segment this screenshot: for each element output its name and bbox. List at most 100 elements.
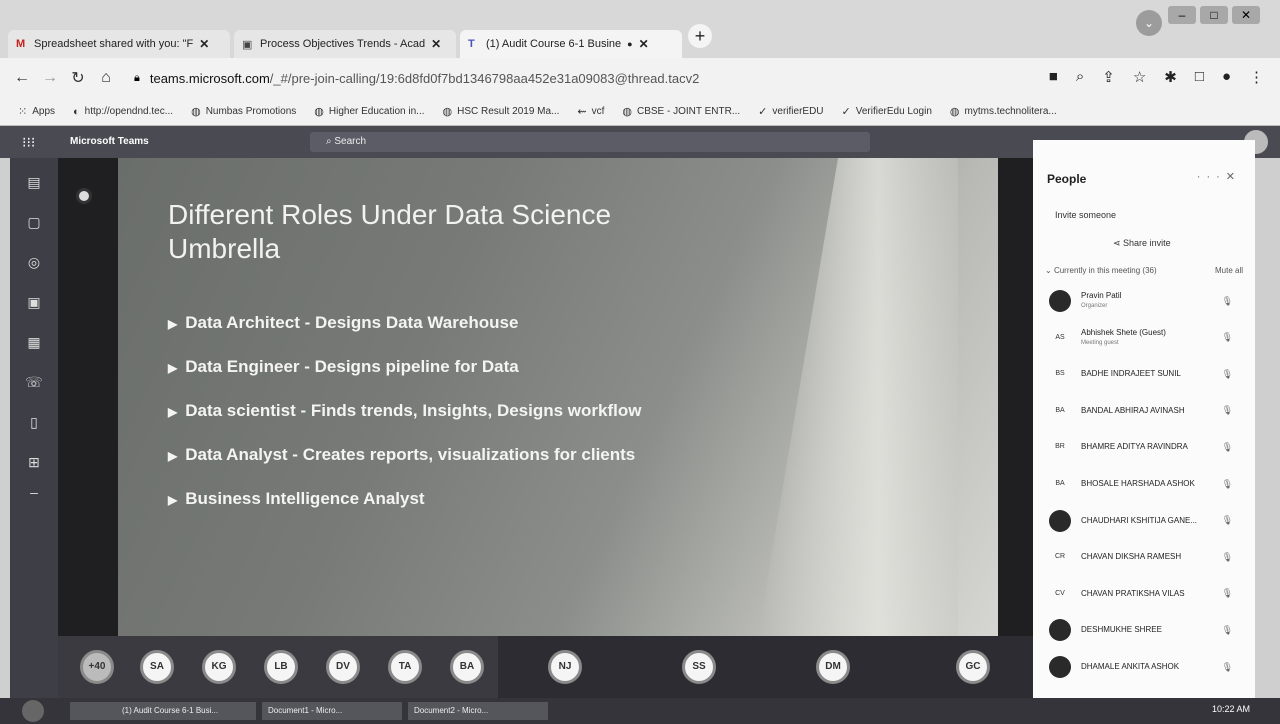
- participant-avatar[interactable]: BA: [450, 650, 484, 684]
- sidebar-icon[interactable]: □: [1195, 68, 1204, 86]
- slide-bullet: ▶ Data scientist - Finds trends, Insights…: [168, 401, 808, 423]
- tab-process-objectives[interactable]: ▣ Process Objectives Trends - Acad ✕: [234, 30, 456, 58]
- participant-avatar[interactable]: DV: [326, 650, 360, 684]
- back-icon[interactable]: ←: [8, 69, 36, 87]
- bullet-arrow-icon: ▶: [168, 493, 178, 507]
- mic-muted-icon[interactable]: 🎙︎: [1222, 479, 1233, 490]
- activity-icon[interactable]: ▤: [22, 174, 46, 198]
- participant-overflow-avatar[interactable]: +40: [80, 650, 114, 684]
- bookmark-item[interactable]: ◐ http://opendnd.tec...: [73, 106, 173, 118]
- participant-avatar[interactable]: LB: [264, 650, 298, 684]
- mic-muted-icon[interactable]: 🎙︎: [1222, 625, 1233, 636]
- mic-muted-icon[interactable]: 🎙︎: [1222, 662, 1233, 673]
- bookmark-item[interactable]: ◍ HSC Result 2019 Ma...: [443, 105, 560, 118]
- taskbar-window[interactable]: (1) Audit Course 6-1 Busi...: [116, 702, 256, 720]
- url-path: /_#/pre-join-calling/19:6d8fd0f7bd134679…: [269, 70, 700, 86]
- star-icon[interactable]: ☆: [1133, 68, 1146, 86]
- participant-row[interactable]: BR BHAMRE ADITYA RAVINDRA 🎙︎: [1049, 432, 1249, 462]
- mic-muted-icon[interactable]: 🎙︎: [1222, 405, 1233, 416]
- close-icon[interactable]: ✕: [1226, 171, 1241, 183]
- participant-row[interactable]: BA BANDAL ABHIRAJ AVINASH 🎙︎: [1049, 396, 1249, 426]
- close-tab-icon[interactable]: ✕: [199, 37, 209, 51]
- participant-avatar[interactable]: SA: [140, 650, 174, 684]
- close-tab-icon[interactable]: ✕: [431, 37, 441, 51]
- bookmark-item[interactable]: ◍ CBSE - JOINT ENTR...: [622, 105, 740, 118]
- close-window-button[interactable]: ✕: [1232, 6, 1260, 24]
- mic-muted-icon[interactable]: 🎙︎: [1222, 515, 1233, 526]
- participant-row[interactable]: DESHMUKHE SHREE 🎙︎: [1049, 615, 1249, 645]
- participant-avatar[interactable]: SS: [682, 650, 716, 684]
- app-launcher-icon[interactable]: ⁝⁝⁝: [22, 134, 35, 151]
- gmail-icon: M: [16, 38, 26, 50]
- reload-icon[interactable]: ↻: [64, 68, 92, 88]
- assignments-icon[interactable]: ▣: [22, 294, 46, 318]
- participant-row[interactable]: CR CHAVAN DIKSHA RAMESH 🎙︎: [1049, 542, 1249, 572]
- files-icon[interactable]: ▯: [22, 414, 46, 438]
- share-icon[interactable]: ⇪: [1102, 68, 1115, 86]
- participant-avatar[interactable]: TA: [388, 650, 422, 684]
- calendar-icon[interactable]: ▦: [22, 334, 46, 358]
- participant-avatar[interactable]: DM: [816, 650, 850, 684]
- participant-row[interactable]: DHAMALE ANKITA ASHOK 🎙︎: [1049, 652, 1249, 682]
- participant-row[interactable]: BA BHOSALE HARSHADA ASHOK 🎙︎: [1049, 469, 1249, 499]
- apps-icon: ⁙: [18, 106, 28, 118]
- meeting-participants-section[interactable]: ⌄ Currently in this meeting (36): [1045, 266, 1157, 275]
- teams-search-input[interactable]: ⌕ Search: [310, 132, 870, 152]
- bookmark-item[interactable]: ✓ VerifierEdu Login: [842, 105, 932, 118]
- mic-muted-icon[interactable]: 🎙︎: [1222, 369, 1233, 380]
- search-icon[interactable]: ⌕: [1076, 68, 1084, 86]
- participant-row[interactable]: Pravin Patil Organizer 🎙︎: [1049, 286, 1249, 316]
- bullet-arrow-icon: ▶: [168, 361, 178, 375]
- camera-icon[interactable]: ■: [1049, 68, 1058, 86]
- invite-someone-input[interactable]: Invite someone: [1055, 210, 1116, 220]
- participant-name: DHAMALE ANKITA ASHOK: [1081, 662, 1180, 671]
- profile-icon[interactable]: ●: [1222, 68, 1231, 86]
- participant-avatar[interactable]: GC: [956, 650, 990, 684]
- bookmark-item[interactable]: ⇜ vcf: [577, 105, 604, 118]
- mic-muted-icon[interactable]: 🎙︎: [1222, 552, 1233, 563]
- bookmark-item[interactable]: ◍ mytms.technoliterа...: [950, 105, 1057, 118]
- more-apps-icon[interactable]: –: [22, 484, 46, 508]
- start-button[interactable]: [22, 700, 44, 722]
- menu-icon[interactable]: ⋮: [1249, 68, 1264, 86]
- globe-icon: ◐: [73, 105, 80, 118]
- home-icon[interactable]: ⌂: [92, 69, 120, 87]
- participant-avatar[interactable]: NJ: [548, 650, 582, 684]
- chat-icon[interactable]: ▢: [22, 214, 46, 238]
- participant-name-block: DESHMUKHE SHREE: [1081, 625, 1162, 635]
- mic-muted-icon[interactable]: 🎙︎: [1222, 332, 1233, 343]
- taskbar-pinned[interactable]: [70, 702, 120, 720]
- bookmark-item[interactable]: ✓ verifierEDU: [758, 105, 823, 118]
- new-tab-button[interactable]: +: [688, 24, 712, 48]
- mic-muted-icon[interactable]: 🎙︎: [1222, 296, 1233, 307]
- bookmark-apps[interactable]: ⁙ Apps: [18, 105, 55, 118]
- extensions-icon[interactable]: ✱: [1164, 68, 1177, 86]
- mute-all-button[interactable]: Mute all: [1215, 266, 1243, 275]
- participant-row[interactable]: CV CHAVAN PRATIKSHA VILAS 🎙︎: [1049, 579, 1249, 609]
- teams-icon[interactable]: ◎: [22, 254, 46, 278]
- maximize-button[interactable]: □: [1200, 6, 1228, 24]
- taskbar-window[interactable]: Document2 - Micro...: [408, 702, 548, 720]
- participant-row[interactable]: BS BADHE INDRAJEET SUNIL 🎙︎: [1049, 359, 1249, 389]
- forward-icon[interactable]: →: [36, 69, 64, 87]
- bookmark-item[interactable]: ◍ Numbas Promotions: [191, 105, 296, 118]
- participant-row[interactable]: CHAUDHARI KSHITIJA GANE... 🎙︎: [1049, 506, 1249, 536]
- minimize-button[interactable]: –: [1168, 6, 1196, 24]
- mic-muted-icon[interactable]: 🎙︎: [1222, 442, 1233, 453]
- url-field[interactable]: teams.microsoft.com/_#/pre-join-calling/…: [150, 71, 699, 86]
- participant-name-block: BHOSALE HARSHADA ASHOK: [1081, 479, 1195, 489]
- mic-muted-icon[interactable]: 🎙︎: [1222, 588, 1233, 599]
- close-tab-icon[interactable]: ✕: [639, 37, 649, 51]
- tab-teams-audit-course[interactable]: T (1) Audit Course 6-1 Busine ● ✕: [460, 30, 682, 58]
- tab-search-icon[interactable]: ⌄: [1136, 10, 1162, 36]
- calls-icon[interactable]: ☏: [22, 374, 46, 398]
- share-invite-button[interactable]: ⋖ Share invite: [1113, 238, 1171, 249]
- apps-icon[interactable]: ⊞: [22, 454, 46, 478]
- participant-avatar: BR: [1055, 443, 1065, 451]
- tab-spreadsheet[interactable]: M Spreadsheet shared with you: "F ✕: [8, 30, 230, 58]
- bookmark-item[interactable]: ◍ Higher Education in...: [314, 105, 424, 118]
- participant-row[interactable]: AS Abhishek Shete (Guest) Meeting guest 🎙︎: [1049, 323, 1249, 353]
- more-icon[interactable]: ···: [1197, 171, 1226, 183]
- participant-avatar[interactable]: KG: [202, 650, 236, 684]
- taskbar-window[interactable]: Document1 - Micro...: [262, 702, 402, 720]
